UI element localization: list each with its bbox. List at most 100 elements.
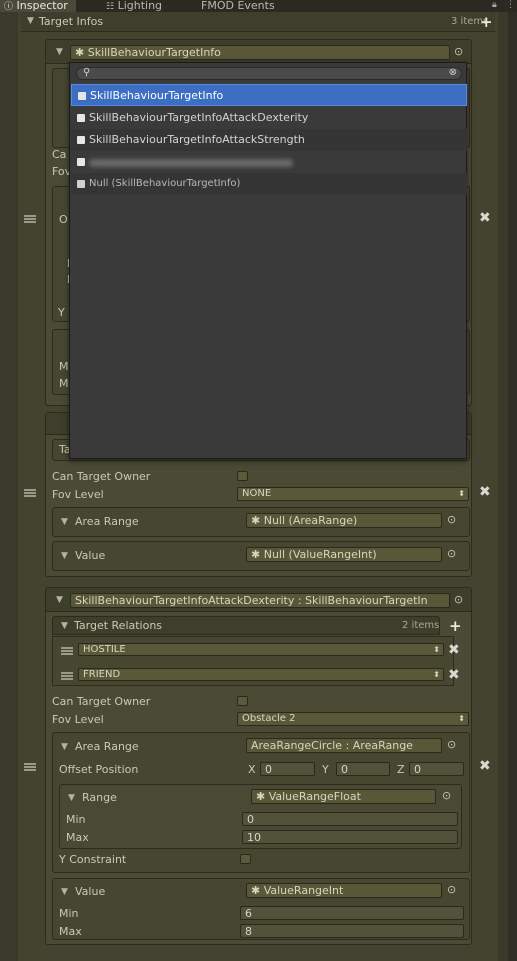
offset-z-input[interactable]: 0 — [409, 762, 464, 776]
foldout-arrow-icon[interactable]: ▼ — [61, 621, 68, 631]
element-1-header[interactable]: ▼ ✱ SkillBehaviourTargetInfo ⊙ — [46, 40, 471, 64]
value-field[interactable]: ✱ Null (ValueRangeInt) — [246, 547, 442, 562]
fov-level-dropdown[interactable]: Obstacle 2 ⬍ — [237, 712, 469, 726]
object-picker-icon[interactable]: ⊙ — [442, 789, 451, 802]
range-section: ▼ Range ✱ ValueRangeFloat ⊙ Min 0 Max 10 — [59, 784, 462, 849]
remove-element-1-icon[interactable]: ✖ — [479, 210, 491, 226]
object-type-field[interactable]: ✱ SkillBehaviourTargetInfo — [70, 45, 450, 60]
remove-element-2-icon[interactable]: ✖ — [479, 484, 491, 500]
cut-label-m2: M — [59, 377, 69, 390]
offset-y-input[interactable]: 0 — [336, 762, 390, 776]
remove-relation-1-icon[interactable]: ✖ — [448, 667, 460, 683]
remove-relation-0-icon[interactable]: ✖ — [448, 642, 460, 658]
drag-handle-icon[interactable] — [24, 489, 36, 497]
target-relations-header[interactable]: ▼ Target Relations 2 items — [52, 616, 440, 635]
script-icon: ✱ — [75, 46, 85, 59]
range-min-input[interactable]: 0 — [242, 812, 458, 826]
relation-dropdown-0[interactable]: HOSTILE ⬍ — [78, 643, 444, 656]
target-infos-header[interactable]: ▼ Target Infos 3 items — [21, 12, 495, 32]
type-option-attackdexterity[interactable]: SkillBehaviourTargetInfoAttackDexterity — [71, 107, 467, 129]
cut-label-m1: M — [59, 360, 69, 373]
remove-element-3-icon[interactable]: ✖ — [479, 758, 491, 774]
offset-position-label: Offset Position — [59, 763, 139, 776]
info-icon: ⓘ — [4, 2, 14, 12]
object-picker-icon[interactable]: ⊙ — [447, 547, 456, 560]
value-max-input[interactable]: 8 — [240, 924, 464, 938]
add-item-button[interactable]: + — [480, 13, 493, 31]
range-label: Range — [82, 791, 117, 804]
drag-handle-icon[interactable] — [24, 763, 36, 771]
cut-label-o: O — [59, 213, 68, 226]
lock-icon[interactable]: 🔒︎ — [492, 0, 502, 11]
drag-handle-icon[interactable] — [61, 672, 73, 680]
tab-fmod-events[interactable]: FMOD Events — [197, 0, 287, 12]
tab-lighting[interactable]: ☷ Lighting — [102, 0, 182, 12]
value-max-label: Max — [59, 925, 82, 938]
tab-bar: ⓘ Inspector ☷ Lighting FMOD Events 🔒︎ ⋮ — [0, 0, 517, 12]
object-picker-icon[interactable]: ⊙ — [454, 593, 463, 606]
type-option-null[interactable]: Null (SkillBehaviourTargetInfo) — [71, 173, 467, 195]
value-min-label: Min — [59, 907, 79, 920]
offset-x-input[interactable]: 0 — [260, 762, 315, 776]
target-relations-count: 2 items — [402, 620, 440, 631]
foldout-arrow-icon[interactable]: ▼ — [27, 16, 34, 26]
fov-level-dropdown[interactable]: NONE ⬍ — [237, 487, 469, 501]
script-cube-icon — [77, 136, 85, 144]
type-option-skillbehaviourtargetinfo[interactable]: SkillBehaviourTargetInfo — [71, 84, 467, 106]
object-picker-icon[interactable]: ⊙ — [447, 738, 456, 751]
range-max-input[interactable]: 10 — [242, 830, 458, 844]
dropdown-arrows-icon: ⬍ — [433, 645, 440, 654]
foldout-arrow-icon[interactable]: ▼ — [68, 793, 75, 803]
can-target-owner-checkbox[interactable] — [237, 696, 248, 706]
area-range-section: ▼ Area Range AreaRangeCircle : AreaRange… — [52, 732, 470, 873]
dropdown-arrows-icon: ⬍ — [458, 489, 465, 498]
area-range-field[interactable]: ✱ Null (AreaRange) — [246, 513, 442, 528]
script-cube-icon — [77, 114, 85, 122]
add-relation-button[interactable]: + — [449, 617, 462, 635]
dropdown-arrows-icon: ⬍ — [458, 714, 465, 723]
foldout-arrow-icon[interactable]: ▼ — [56, 595, 63, 605]
tab-inspector[interactable]: ⓘ Inspector — [0, 0, 76, 12]
foldout-arrow-icon[interactable]: ▼ — [61, 887, 68, 897]
search-input[interactable] — [95, 68, 435, 79]
foldout-arrow-icon[interactable]: ▼ — [61, 551, 68, 561]
can-target-owner-label: Can Target Owner — [52, 470, 151, 483]
object-type-field[interactable]: SkillBehaviourTargetInfoAttackDexterity … — [70, 593, 450, 608]
value-section: ▼ Value ✱ ValueRangeInt ⊙ Min 6 Max 8 — [52, 878, 470, 940]
clear-search-icon[interactable]: ⊗ — [449, 67, 457, 78]
range-min-label: Min — [66, 813, 86, 826]
foldout-arrow-icon[interactable]: ▼ — [61, 742, 68, 752]
script-cube-icon — [78, 92, 86, 100]
popup-search-field[interactable]: ⚲ ⊗ — [76, 67, 462, 80]
script-cube-icon — [77, 180, 85, 188]
range-field[interactable]: ✱ ValueRangeFloat — [251, 789, 436, 804]
foldout-arrow-icon[interactable]: ▼ — [61, 517, 68, 527]
can-target-owner-checkbox[interactable] — [237, 471, 248, 481]
scrollbar[interactable] — [508, 12, 517, 961]
value-field[interactable]: ✱ ValueRangeInt — [246, 883, 442, 898]
y-constraint-checkbox[interactable] — [240, 854, 251, 864]
offset-y-label: Y — [322, 763, 329, 776]
target-infos-label: Target Infos — [39, 15, 104, 28]
drag-handle-icon[interactable] — [24, 215, 36, 223]
script-cube-icon — [77, 158, 85, 166]
foldout-arrow-icon[interactable]: ▼ — [56, 47, 63, 57]
target-relations-list: HOSTILE ⬍ FRIEND ⬍ — [52, 636, 454, 686]
object-picker-icon[interactable]: ⊙ — [454, 45, 463, 58]
drag-handle-icon[interactable] — [61, 647, 73, 655]
target-relations-label: Target Relations — [74, 619, 163, 632]
blurred-label — [89, 159, 293, 167]
element-3-header[interactable]: ▼ SkillBehaviourTargetInfoAttackDexterit… — [46, 588, 471, 612]
type-option-blurred[interactable] — [71, 151, 467, 173]
relation-dropdown-1[interactable]: FRIEND ⬍ — [78, 668, 444, 681]
type-picker-popup: ⚲ ⊗ SkillBehaviourTargetInfo SkillBehavi… — [69, 62, 467, 459]
object-picker-icon[interactable]: ⊙ — [447, 513, 456, 526]
object-picker-icon[interactable]: ⊙ — [447, 883, 456, 896]
type-option-attackstrength[interactable]: SkillBehaviourTargetInfoAttackStrength — [71, 129, 467, 151]
y-constraint-label: Y Constraint — [59, 853, 127, 866]
script-icon: ✱ — [251, 884, 261, 897]
context-menu-icon[interactable]: ⋮ — [506, 0, 516, 11]
value-min-input[interactable]: 6 — [240, 906, 464, 920]
lighting-icon: ☷ — [106, 2, 115, 12]
area-range-field[interactable]: AreaRangeCircle : AreaRange — [246, 738, 442, 753]
